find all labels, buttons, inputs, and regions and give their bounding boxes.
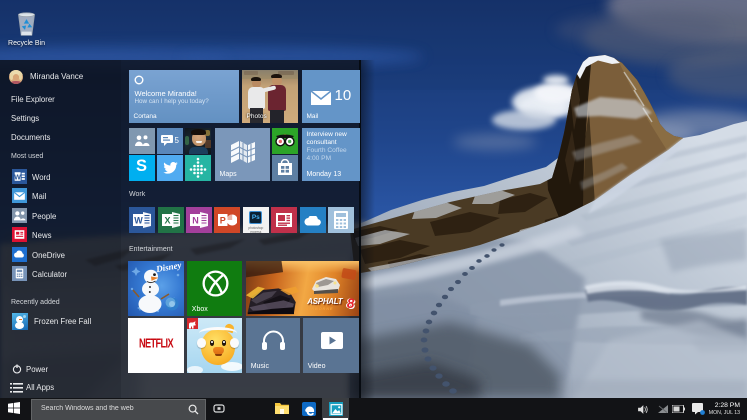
svg-text:W: W xyxy=(134,216,143,226)
svg-text:W: W xyxy=(14,174,21,181)
svg-text:X: X xyxy=(164,216,170,226)
svg-text:P: P xyxy=(220,216,226,226)
svg-text:N: N xyxy=(192,216,199,226)
